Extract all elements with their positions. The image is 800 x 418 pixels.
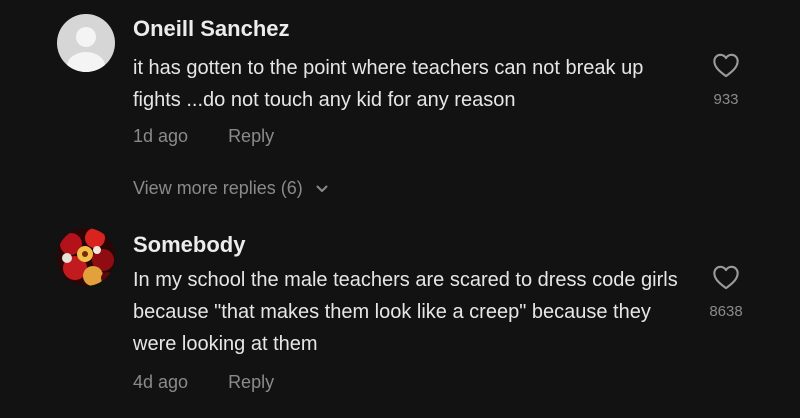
comment-meta: 4d ago Reply [133, 372, 274, 393]
reply-button[interactable]: Reply [228, 126, 274, 146]
heart-outline-icon [713, 265, 739, 290]
like-count: 8638 [709, 303, 743, 320]
heart-outline-icon [713, 53, 739, 78]
comment-text: In my school the male teachers are scare… [133, 269, 678, 355]
comment-timestamp: 4d ago [133, 372, 189, 392]
avatar[interactable] [57, 228, 115, 286]
reply-button[interactable]: Reply [228, 372, 274, 392]
comment-timestamp: 1d ago [133, 126, 189, 146]
comment-username[interactable]: Somebody [133, 232, 245, 258]
like-count: 933 [713, 91, 739, 108]
comment-meta: 1d ago Reply [133, 126, 274, 147]
fruit-photo-avatar [57, 228, 115, 286]
like-button[interactable]: 933 [696, 52, 756, 108]
avatar[interactable] [57, 14, 115, 72]
comment-text: it has gotten to the point where teacher… [133, 57, 644, 111]
view-more-replies-button[interactable]: View more replies (6) [133, 178, 328, 199]
comment-username[interactable]: Oneill Sanchez [133, 16, 290, 42]
like-button[interactable]: 8638 [696, 264, 756, 320]
chevron-down-icon [316, 177, 328, 198]
view-more-replies-label: View more replies (6) [133, 178, 303, 198]
default-avatar-icon [57, 14, 115, 72]
